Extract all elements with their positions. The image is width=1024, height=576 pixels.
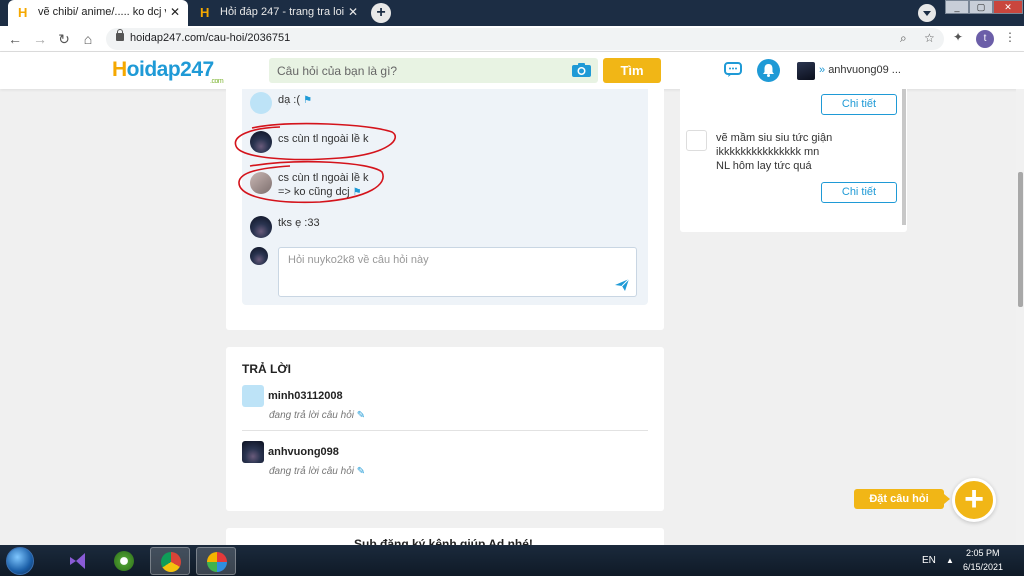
answerer-name[interactable]: minh03112008	[268, 390, 343, 402]
reply-placeholder: Hỏi nuyko2k8 về câu hỏi này	[288, 254, 429, 266]
url-text: hoidap247.com/cau-hoi/2036751	[130, 32, 291, 44]
clock-time[interactable]: 2:05 PM	[966, 548, 1000, 558]
search-placeholder: Câu hỏi của bạn là gì?	[277, 64, 398, 78]
ask-question-label[interactable]: Đặt câu hỏi	[854, 489, 950, 509]
ask-question-plus-button[interactable]: +	[952, 478, 996, 522]
profile-avatar[interactable]: t	[976, 30, 994, 48]
window-minimize-button[interactable]: _	[945, 0, 969, 14]
paint-icon	[207, 552, 227, 572]
answerer-avatar	[242, 385, 264, 407]
pencil-icon: ✎	[356, 410, 366, 421]
user-avatar[interactable]	[797, 62, 815, 80]
detail-button[interactable]: Chi tiết	[821, 182, 897, 203]
taskbar-chrome[interactable]	[150, 547, 190, 575]
taskbar-paint[interactable]	[196, 547, 236, 575]
taskbar-visual-studio[interactable]	[58, 547, 98, 575]
answers-heading: TRẢ LỜI	[242, 362, 291, 376]
comment-reply-input[interactable]: Hỏi nuyko2k8 về câu hỏi này	[278, 247, 637, 297]
chrome-icon	[161, 552, 181, 572]
reload-icon[interactable]: ↻	[55, 30, 73, 48]
taskbar-app-green[interactable]	[104, 547, 144, 575]
red-annotation-circles	[234, 122, 397, 204]
forward-icon[interactable]: →	[31, 30, 49, 48]
zoom-icon[interactable]: ⌕	[900, 31, 907, 46]
tab-close-icon[interactable]: ✕	[348, 5, 358, 19]
answers-card	[226, 347, 664, 511]
answers-divider	[242, 430, 648, 431]
tab-search-icon[interactable]	[918, 4, 936, 22]
pencil-icon: ✎	[356, 466, 366, 477]
language-indicator[interactable]: EN	[922, 555, 936, 566]
answer-status: đang trả lời câu hỏi ✎	[269, 410, 366, 421]
detail-button[interactable]: Chi tiết	[821, 94, 897, 115]
commenter-avatar	[250, 216, 272, 238]
window-close-button[interactable]: ✕	[993, 0, 1023, 14]
sidebar-scrollbar[interactable]	[902, 89, 906, 225]
comment-item: tks ẹ :33	[278, 217, 320, 229]
hoidap-favicon-icon: H	[200, 5, 210, 20]
chevron-down-icon: »	[819, 64, 826, 76]
answer-status: đang trả lời câu hỏi ✎	[269, 466, 366, 477]
tab-title: vẽ chibi/ anime/..... ko dcj vẽ ẩu c	[38, 6, 166, 18]
answerer-avatar	[242, 441, 264, 463]
window-maximize-button[interactable]: ▢	[969, 0, 993, 14]
question-avatar-placeholder	[686, 130, 707, 151]
tab-chibi-question[interactable]: H vẽ chibi/ anime/..... ko dcj vẽ ẩu c ✕	[8, 0, 188, 26]
back-icon[interactable]: ←	[6, 30, 24, 48]
page-scrollbar-track[interactable]	[1016, 89, 1024, 545]
camera-icon[interactable]	[571, 62, 592, 78]
chat-icon[interactable]	[724, 62, 742, 78]
hoidap247-logo[interactable]: Hoidap247 .com	[112, 58, 224, 85]
address-bar[interactable]: hoidap247.com/cau-hoi/2036751 ⌕ ☆	[106, 28, 944, 50]
windows-taskbar	[0, 545, 1024, 576]
commenter-avatar	[250, 92, 272, 114]
home-icon[interactable]: ⌂	[79, 30, 97, 48]
search-input[interactable]: Câu hỏi của bạn là gì?	[269, 58, 598, 83]
tab-title: Hỏi đáp 247 - trang tra loi	[220, 6, 345, 18]
browser-tab-strip: H vẽ chibi/ anime/..... ko dcj vẽ ẩu c ✕…	[0, 0, 1024, 26]
clock-date[interactable]: 6/15/2021	[963, 562, 1003, 572]
username-menu[interactable]: » anhvuong09 ...	[819, 64, 901, 76]
tab-close-icon[interactable]: ✕	[170, 5, 180, 19]
start-button[interactable]	[6, 547, 34, 575]
new-tab-button[interactable]: +	[371, 3, 391, 23]
bookmark-star-icon[interactable]: ☆	[924, 31, 935, 45]
comment-item: dạ :( ⚑	[278, 94, 313, 106]
extensions-icon[interactable]: ✦	[953, 30, 963, 44]
answerer-name[interactable]: anhvuong098	[268, 446, 339, 458]
app-icon	[114, 551, 134, 571]
site-header: Hoidap247 .com Câu hỏi của bạn là gì? Tìm…	[0, 52, 1024, 89]
tray-expand-icon[interactable]: ▲	[946, 556, 954, 565]
related-question-text[interactable]: vẽ mầm siu siu tức giận ikkkkkkkkkkkkkkk…	[716, 131, 832, 173]
tab-hoidap-answers[interactable]: H Hỏi đáp 247 - trang tra loi ✕	[190, 0, 366, 26]
browser-toolbar: ← → ↻ ⌂ hoidap247.com/cau-hoi/2036751 ⌕ …	[0, 26, 1024, 52]
current-user-avatar	[250, 247, 268, 265]
page-scrollbar-thumb[interactable]	[1018, 172, 1023, 307]
search-button[interactable]: Tìm	[603, 58, 661, 83]
send-icon[interactable]	[614, 278, 630, 292]
menu-kebab-icon[interactable]: ⋮	[1004, 30, 1016, 44]
report-flag-icon[interactable]: ⚑	[303, 95, 312, 106]
lock-icon	[116, 29, 124, 41]
visual-studio-icon	[70, 553, 85, 569]
hoidap-favicon-icon: H	[18, 5, 28, 20]
notification-bell-icon[interactable]	[757, 59, 780, 82]
